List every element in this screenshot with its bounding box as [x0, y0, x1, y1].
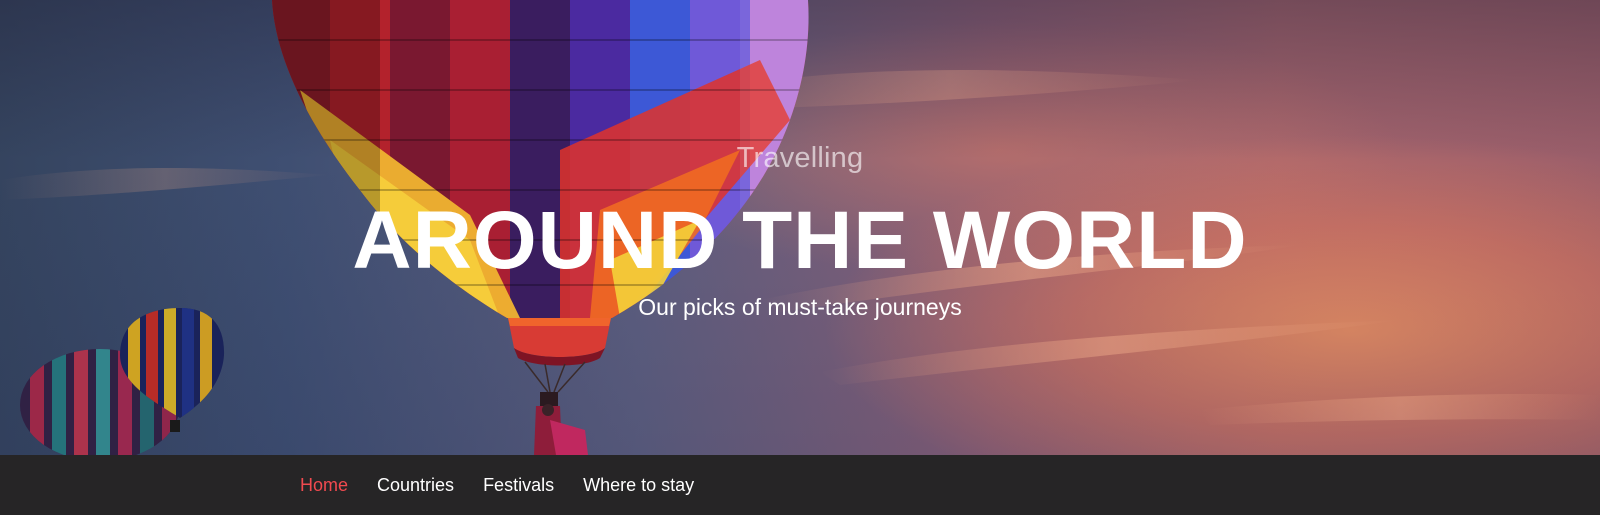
hero-title: AROUND THE WORLD: [352, 195, 1248, 286]
nav-link-home[interactable]: Home: [300, 475, 348, 495]
hero-subtitle: Our picks of must-take journeys: [638, 294, 962, 320]
nav-item-festivals: Festivals: [483, 475, 554, 496]
nav-link-countries[interactable]: Countries: [377, 475, 454, 495]
nav-item-home: Home: [300, 475, 348, 496]
hero-banner: Travelling AROUND THE WORLD Our picks of…: [0, 0, 1600, 455]
hero-text-block: Travelling AROUND THE WORLD Our picks of…: [0, 0, 1600, 455]
nav-link-festivals[interactable]: Festivals: [483, 475, 554, 495]
main-navbar: Home Countries Festivals Where to stay: [0, 455, 1600, 515]
nav-link-where-to-stay[interactable]: Where to stay: [583, 475, 694, 495]
nav-item-countries: Countries: [377, 475, 454, 496]
hero-eyebrow: Travelling: [736, 142, 864, 174]
nav-list: Home Countries Festivals Where to stay: [300, 455, 723, 515]
nav-item-where-to-stay: Where to stay: [583, 475, 694, 496]
page: Travelling AROUND THE WORLD Our picks of…: [0, 0, 1600, 515]
